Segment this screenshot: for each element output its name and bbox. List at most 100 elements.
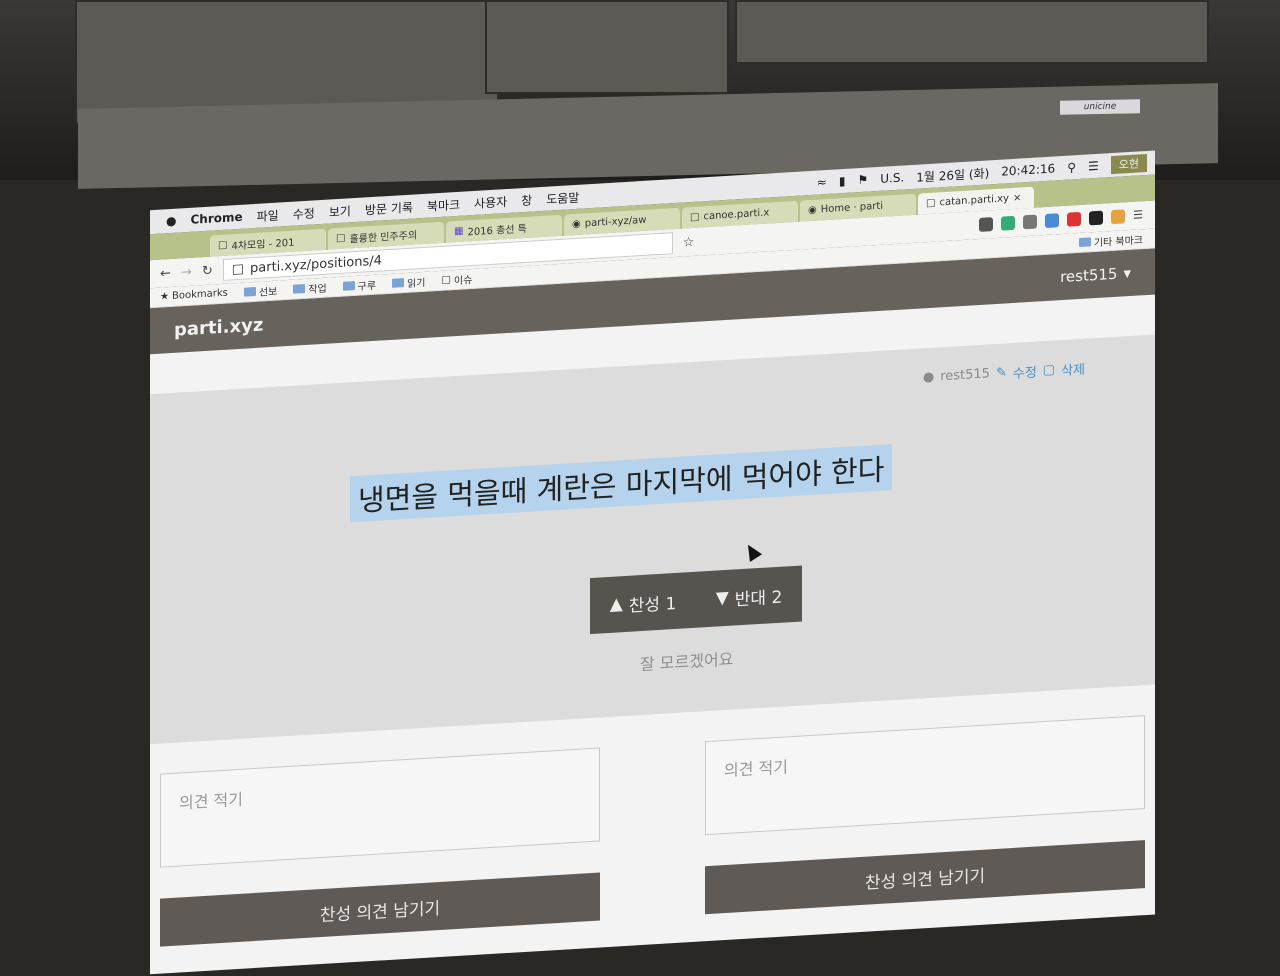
- menu-file[interactable]: 파일: [257, 206, 279, 224]
- page-content: ● rest515 ✎ 수정 ▢ 삭제 냉면을 먹을때 계란은 마지막에 먹어야…: [150, 294, 1155, 975]
- tab-label: parti-xyz/aw: [584, 214, 647, 230]
- bookmark-star-icon[interactable]: ☆: [683, 234, 695, 250]
- notification-center-icon[interactable]: ☰: [1088, 159, 1099, 174]
- extension-icon[interactable]: [1089, 210, 1104, 226]
- extension-icon[interactable]: [1045, 213, 1060, 229]
- position-title: 냉면을 먹을때 계란은 마지막에 먹어야 한다: [350, 444, 893, 523]
- bookmark-label: 작업: [308, 283, 327, 296]
- extension-icon[interactable]: [1023, 214, 1038, 230]
- bookmark-folder[interactable]: 구루: [342, 277, 377, 294]
- menu-history[interactable]: 방문 기록: [365, 198, 413, 218]
- extension-icon[interactable]: [1067, 211, 1082, 227]
- menu-window[interactable]: 창: [521, 191, 532, 209]
- extension-icon[interactable]: [1001, 215, 1016, 231]
- submit-opinion-button-right[interactable]: 찬성 의견 남기기: [705, 840, 1145, 915]
- tab-label: Home · parti: [820, 200, 884, 216]
- disagree-button[interactable]: ▼ 반대 2: [716, 582, 783, 611]
- back-arrow-icon[interactable]: ←: [160, 265, 171, 281]
- menu-bookmarks[interactable]: 북마크: [427, 195, 460, 214]
- site-logo[interactable]: parti.xyz: [174, 314, 263, 340]
- sheet-icon: ▦: [454, 225, 464, 238]
- page-icon: □: [218, 239, 228, 252]
- menu-edit[interactable]: 수정: [293, 204, 315, 222]
- folder-icon: [342, 281, 355, 291]
- ceiling-panel: [735, 0, 1209, 64]
- spotlight-search-icon[interactable]: ⚲: [1067, 160, 1076, 175]
- folder-icon: [293, 283, 306, 294]
- folder-icon: [392, 278, 405, 288]
- folder-icon: [1078, 237, 1091, 248]
- opinion-textarea-left[interactable]: 의견 적기: [160, 747, 600, 868]
- page-info-icon[interactable]: □: [232, 261, 244, 277]
- tab-label: canoe.parti.x: [703, 207, 770, 223]
- caret-down-icon: ▾: [1123, 263, 1131, 283]
- submit-opinion-button-left[interactable]: 찬성 의견 남기기: [160, 872, 600, 947]
- position-meta: ● rest515 ✎ 수정 ▢ 삭제: [923, 359, 1085, 388]
- wifi-icon[interactable]: ≈: [817, 175, 827, 190]
- tab-label: 2016 총선 특: [467, 223, 527, 239]
- bookmark-label: 이슈: [453, 275, 473, 288]
- agree-button[interactable]: ▲ 찬성 1: [610, 588, 677, 617]
- folder-icon: [243, 286, 256, 297]
- bookmark-item[interactable]: □ 이슈: [441, 271, 472, 288]
- delete-link[interactable]: 삭제: [1061, 359, 1085, 379]
- chrome-menu-icon[interactable]: ☰: [1133, 208, 1143, 223]
- menu-people[interactable]: 사용자: [474, 192, 507, 211]
- extensions-area: ☰: [979, 208, 1155, 232]
- menu-help[interactable]: 도움말: [546, 188, 579, 207]
- user-switch-button[interactable]: 오현: [1110, 153, 1147, 175]
- tab-label: 훌륭한 민주주의: [349, 230, 418, 246]
- bookmark-label: 선보: [258, 286, 278, 299]
- bookmark-label: 구루: [357, 280, 377, 293]
- flag-icon[interactable]: ⚑: [857, 173, 868, 188]
- thumbs-up-icon: ▲: [609, 594, 623, 615]
- bookmark-folder[interactable]: 작업: [293, 280, 327, 297]
- star-icon: ★: [160, 291, 169, 303]
- vote-buttons: ▲ 찬성 1 ▼ 반대 2: [590, 565, 802, 635]
- disagree-label: 반대 2: [734, 587, 783, 610]
- agree-label: 찬성 1: [628, 593, 677, 617]
- page-icon: □: [690, 211, 700, 224]
- bookmark-folder[interactable]: 읽기: [392, 274, 425, 291]
- bookmark-item[interactable]: 기타 북마크: [1078, 231, 1143, 250]
- edit-link[interactable]: 수정: [1013, 362, 1037, 382]
- bookmarks-button[interactable]: ★ Bookmarks: [160, 288, 228, 303]
- extension-icon[interactable]: [979, 217, 994, 232]
- page-icon: □: [926, 197, 936, 210]
- bookmarks-label: Bookmarks: [171, 287, 228, 302]
- reload-icon[interactable]: ↻: [202, 263, 213, 279]
- bookmark-label: 기타 북마크: [1093, 235, 1143, 250]
- menubar-app-name[interactable]: Chrome: [190, 210, 242, 227]
- address-bar-url: parti.xyz/positions/4: [250, 252, 382, 276]
- menubar-date[interactable]: 1월 26일 (화): [916, 164, 989, 185]
- user-menu-name: rest515: [1060, 264, 1118, 287]
- close-tab-icon[interactable]: ×: [1013, 192, 1021, 203]
- ceiling-panel: [485, 0, 729, 94]
- projected-screen: ● Chrome 파일 수정 보기 방문 기록 북마크 사용자 창 도움말 ≈ …: [120, 88, 1165, 975]
- page-icon: □: [336, 232, 346, 245]
- user-menu[interactable]: rest515 ▾: [1060, 264, 1131, 286]
- position-card: ● rest515 ✎ 수정 ▢ 삭제 냉면을 먹을때 계란은 마지막에 먹어야…: [150, 334, 1155, 745]
- input-locale[interactable]: U.S.: [880, 170, 904, 185]
- menubar-time[interactable]: 20:42:16: [1001, 161, 1055, 178]
- unsure-link[interactable]: 잘 모르겠어요: [640, 646, 733, 676]
- tab-label: 4차모임 - 201: [231, 237, 295, 253]
- forward-arrow-icon[interactable]: →: [181, 264, 192, 280]
- opinion-textarea-right[interactable]: 의견 적기: [705, 715, 1145, 836]
- bookmark-folder[interactable]: 선보: [243, 283, 278, 300]
- extension-icon[interactable]: [1111, 209, 1126, 225]
- bookmark-label: 읽기: [407, 277, 426, 290]
- position-author[interactable]: rest515: [940, 366, 990, 384]
- mouse-cursor-icon: [741, 540, 763, 563]
- github-icon: ◉: [808, 204, 817, 217]
- tab-label: catan.parti.xy: [939, 193, 1009, 209]
- page-icon: □: [441, 274, 451, 286]
- trash-icon[interactable]: ▢: [1043, 362, 1055, 378]
- menu-view[interactable]: 보기: [329, 202, 351, 220]
- apple-icon[interactable]: ●: [166, 214, 176, 229]
- edit-icon[interactable]: ✎: [996, 365, 1007, 381]
- thumbs-down-icon: ▼: [715, 587, 729, 609]
- user-icon: ●: [922, 369, 935, 386]
- battery-icon[interactable]: ▮: [839, 174, 846, 188]
- github-icon: ◉: [572, 218, 581, 231]
